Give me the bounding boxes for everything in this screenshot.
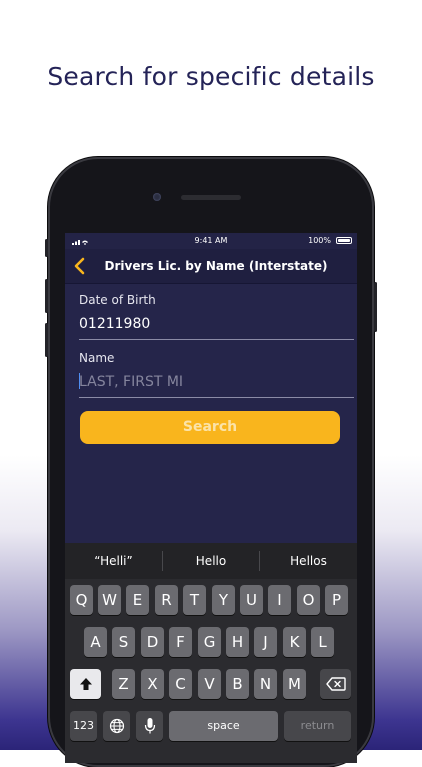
dob-label: Date of Birth xyxy=(79,293,156,307)
key-t[interactable]: T xyxy=(183,585,206,615)
key-e[interactable]: E xyxy=(126,585,149,615)
microphone-key[interactable] xyxy=(136,711,163,741)
status-bar: 9:41 AM 100% xyxy=(65,233,357,249)
navigation-bar: Drivers Lic. by Name (Interstate) xyxy=(65,249,357,284)
key-q[interactable]: Q xyxy=(70,585,93,615)
key-c[interactable]: C xyxy=(169,669,192,699)
power-button xyxy=(374,282,377,332)
space-key[interactable]: space xyxy=(169,711,278,741)
key-l[interactable]: L xyxy=(311,627,334,657)
key-d[interactable]: D xyxy=(141,627,164,657)
headline: Search for specific details xyxy=(47,62,375,91)
chevron-left-icon xyxy=(74,257,85,275)
page-title: Drivers Lic. by Name (Interstate) xyxy=(104,259,328,273)
back-button[interactable] xyxy=(72,256,88,276)
suggestion-item[interactable]: Hellos xyxy=(260,543,357,579)
volume-down-button xyxy=(45,323,48,357)
numbers-key[interactable]: 123 xyxy=(70,711,97,741)
keyboard: “Helli” Hello Hellos Q W E R T Y U I O P… xyxy=(65,543,357,763)
key-v[interactable]: V xyxy=(198,669,221,699)
dob-underline xyxy=(79,339,354,340)
name-input[interactable] xyxy=(79,371,339,393)
key-j[interactable]: J xyxy=(254,627,277,657)
key-s[interactable]: S xyxy=(112,627,135,657)
search-button[interactable]: Search xyxy=(80,411,340,444)
name-label: Name xyxy=(79,351,115,365)
key-o[interactable]: O xyxy=(297,585,320,615)
key-w[interactable]: W xyxy=(98,585,121,615)
suggestion-item[interactable]: Hello xyxy=(163,543,259,579)
suggestion-bar: “Helli” Hello Hellos xyxy=(65,543,357,579)
front-camera xyxy=(153,193,161,201)
key-k[interactable]: K xyxy=(283,627,306,657)
name-underline xyxy=(79,397,354,398)
key-u[interactable]: U xyxy=(240,585,263,615)
volume-up-button xyxy=(45,279,48,313)
key-m[interactable]: M xyxy=(283,669,306,699)
shift-icon xyxy=(79,678,92,690)
earpiece-speaker xyxy=(181,195,241,200)
backspace-icon xyxy=(325,677,346,691)
dob-field[interactable]: 01211980 xyxy=(79,316,150,332)
battery-icon xyxy=(336,237,352,244)
battery-percent: 100% xyxy=(308,236,331,245)
shift-key[interactable] xyxy=(70,669,101,699)
key-i[interactable]: I xyxy=(268,585,291,615)
key-p[interactable]: P xyxy=(325,585,348,615)
key-f[interactable]: F xyxy=(169,627,192,657)
key-n[interactable]: N xyxy=(254,669,277,699)
text-cursor xyxy=(79,373,80,389)
key-z[interactable]: Z xyxy=(112,669,135,699)
microphone-icon xyxy=(144,718,155,734)
key-g[interactable]: G xyxy=(198,627,221,657)
globe-icon xyxy=(109,718,124,734)
backspace-key[interactable] xyxy=(320,669,351,699)
key-r[interactable]: R xyxy=(155,585,178,615)
key-a[interactable]: A xyxy=(84,627,107,657)
key-h[interactable]: H xyxy=(226,627,249,657)
suggestion-item[interactable]: “Helli” xyxy=(65,543,162,579)
mute-switch xyxy=(45,239,48,257)
phone-frame: 9:41 AM 100% Drivers Lic. by Name (Inter… xyxy=(45,157,377,767)
key-b[interactable]: B xyxy=(226,669,249,699)
return-key[interactable]: return xyxy=(284,711,351,741)
globe-key[interactable] xyxy=(103,711,130,741)
key-x[interactable]: X xyxy=(141,669,164,699)
screen: 9:41 AM 100% Drivers Lic. by Name (Inter… xyxy=(65,233,357,763)
key-y[interactable]: Y xyxy=(212,585,235,615)
